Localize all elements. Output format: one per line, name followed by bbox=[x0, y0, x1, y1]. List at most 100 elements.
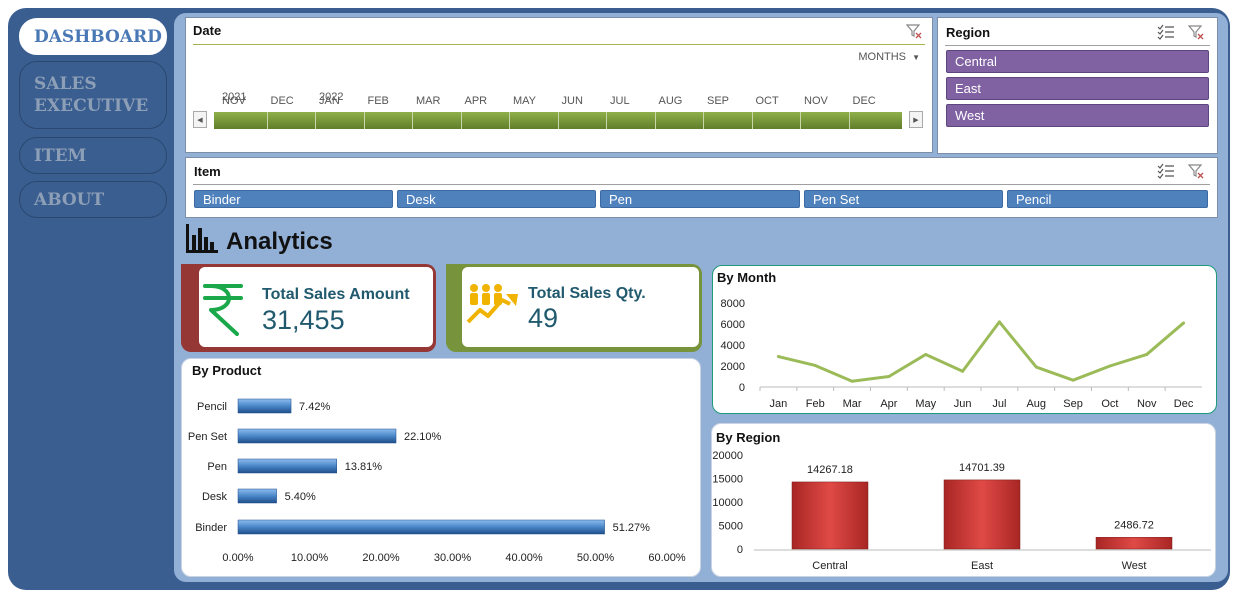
kpi-sales-qty-label: Total Sales Qty. bbox=[528, 285, 646, 302]
region-slicer-title: Region bbox=[946, 25, 991, 40]
item-slicer-pencil[interactable]: Pencil bbox=[1007, 190, 1208, 208]
monthly-sales-point bbox=[1034, 365, 1038, 369]
nav-dashboard-button[interactable]: DASHBOARD bbox=[19, 18, 167, 55]
timeline-month-label[interactable]: JUL bbox=[610, 95, 630, 107]
region-value-label: 14267.18 bbox=[807, 464, 853, 476]
timeline-month-label[interactable]: MAR bbox=[416, 95, 440, 107]
timeline-month-label[interactable]: AUG bbox=[659, 95, 683, 107]
timeline-divider bbox=[509, 112, 510, 129]
x-tick-label: May bbox=[915, 398, 936, 410]
timeline-divider bbox=[654, 112, 656, 129]
y-tick-label: 6000 bbox=[721, 319, 745, 331]
team-growth-icon bbox=[466, 284, 518, 324]
y-tick-label: 2000 bbox=[721, 361, 745, 373]
timeline-scroll-left-button[interactable]: ◀ bbox=[193, 111, 207, 128]
x-tick-label: 0.00% bbox=[222, 552, 253, 564]
nav-about-button[interactable]: ABOUT bbox=[19, 181, 167, 218]
timeline-divider bbox=[460, 112, 462, 129]
timeline-month-label[interactable]: JAN bbox=[319, 95, 340, 107]
timeline-month-label[interactable]: NOV bbox=[222, 95, 246, 107]
nav-sales-executive-label-2: EXECUTIVE bbox=[34, 96, 149, 116]
monthly-sales-point bbox=[1108, 364, 1112, 368]
x-tick-label: Jul bbox=[992, 398, 1006, 410]
x-tick-label: 40.00% bbox=[505, 552, 543, 564]
monthly-sales-point bbox=[813, 363, 817, 367]
y-tick-label: 8000 bbox=[721, 298, 745, 310]
item-slicer-pen[interactable]: Pen bbox=[600, 190, 800, 208]
x-tick-label: Jun bbox=[954, 398, 972, 410]
item-slicer-header-line bbox=[193, 184, 1210, 185]
region-item-label: Central bbox=[955, 54, 997, 69]
timeline-month-label[interactable]: DEC bbox=[271, 95, 294, 107]
region-item-west[interactable]: West bbox=[946, 104, 1209, 127]
date-timeline-slicer: Date MONTHS ▼ 2021 2022 NOV DEC JAN FEB MAR A… bbox=[185, 17, 933, 153]
item-slicer-label: Pen bbox=[609, 191, 633, 207]
analytics-title: Analytics bbox=[226, 228, 333, 255]
product-bar bbox=[237, 458, 337, 474]
monthly-sales-point bbox=[887, 375, 891, 378]
product-bar bbox=[237, 488, 277, 504]
product-category-label: Pen Set bbox=[188, 431, 227, 443]
item-slicer-label: Pencil bbox=[1016, 191, 1052, 207]
monthly-sales-point bbox=[961, 369, 965, 373]
region-item-central[interactable]: Central bbox=[946, 50, 1209, 73]
product-category-label: Pen bbox=[207, 461, 227, 473]
timeline-month-label[interactable]: FEB bbox=[368, 95, 389, 107]
region-bar bbox=[791, 481, 869, 550]
region-value-label: 2486.72 bbox=[1114, 519, 1154, 531]
timeline-divider bbox=[363, 112, 365, 129]
kpi-sales-amount-label: Total Sales Amount bbox=[262, 286, 410, 303]
timeline-divider bbox=[557, 112, 559, 129]
item-slicer-binder[interactable]: Binder bbox=[194, 190, 393, 208]
nav-sales-executive-button[interactable]: SALES EXECUTIVE bbox=[19, 61, 167, 129]
time-level-dropdown[interactable]: MONTHS ▼ bbox=[858, 51, 920, 63]
clear-filter-icon[interactable] bbox=[1188, 24, 1204, 40]
x-tick-label: 50.00% bbox=[577, 552, 615, 564]
timeline-month-label[interactable]: SEP bbox=[707, 95, 729, 107]
product-value-label: 13.81% bbox=[345, 461, 383, 473]
item-slicer-desk[interactable]: Desk bbox=[397, 190, 596, 208]
timeline-month-label[interactable]: NOV bbox=[804, 95, 828, 107]
item-slicer-pen-set[interactable]: Pen Set bbox=[804, 190, 1003, 208]
monthly-sales-point bbox=[1182, 321, 1186, 325]
item-slicer-label: Binder bbox=[203, 191, 241, 207]
nav-dashboard-label: DASHBOARD bbox=[34, 26, 162, 47]
clear-filter-icon[interactable] bbox=[1188, 163, 1204, 179]
x-tick-label: Jan bbox=[770, 398, 788, 410]
product-value-label: 22.10% bbox=[404, 431, 442, 443]
date-slicer-title: Date bbox=[193, 23, 222, 38]
timeline-month-label[interactable]: JUN bbox=[562, 95, 583, 107]
date-slicer-header-line bbox=[193, 44, 925, 45]
timeline-divider bbox=[703, 112, 704, 129]
timeline-divider bbox=[751, 112, 753, 129]
x-tick-label: Apr bbox=[880, 398, 897, 410]
clear-filter-icon[interactable] bbox=[906, 23, 922, 39]
product-category-label: Binder bbox=[195, 522, 227, 534]
multi-select-icon[interactable] bbox=[1157, 163, 1175, 179]
timeline-month-label[interactable]: OCT bbox=[756, 95, 779, 107]
timeline-month-label[interactable]: DEC bbox=[853, 95, 876, 107]
monthly-sales-point bbox=[997, 320, 1001, 324]
timeline-divider bbox=[412, 112, 413, 129]
monthly-sales-point bbox=[850, 379, 854, 383]
region-category-label: Central bbox=[812, 560, 847, 572]
nav-item-button[interactable]: ITEM bbox=[19, 137, 167, 174]
bar-chart-icon bbox=[186, 224, 218, 253]
timeline-scroll-right-button[interactable]: ▶ bbox=[909, 111, 923, 128]
region-item-east[interactable]: East bbox=[946, 77, 1209, 100]
monthly-sales-point bbox=[1145, 352, 1149, 356]
timeline-month-label[interactable]: APR bbox=[465, 95, 488, 107]
timeline-month-label[interactable]: MAY bbox=[513, 95, 536, 107]
multi-select-icon[interactable] bbox=[1157, 24, 1175, 40]
x-tick-label: 30.00% bbox=[434, 552, 472, 564]
region-item-label: East bbox=[955, 81, 982, 96]
monthly-sales-point bbox=[1071, 378, 1075, 382]
region-slicer-header-line bbox=[945, 45, 1210, 46]
region-category-label: East bbox=[971, 560, 993, 572]
by-region-bar-chart: 0 5000 10000 15000 20000 14267.18 Central 14701… bbox=[712, 450, 1211, 572]
item-slicer-title: Item bbox=[194, 164, 221, 179]
y-tick-label: 0 bbox=[739, 382, 745, 394]
product-bar bbox=[237, 398, 292, 414]
product-value-label: 51.27% bbox=[613, 522, 651, 534]
y-tick-label: 20000 bbox=[712, 450, 743, 462]
